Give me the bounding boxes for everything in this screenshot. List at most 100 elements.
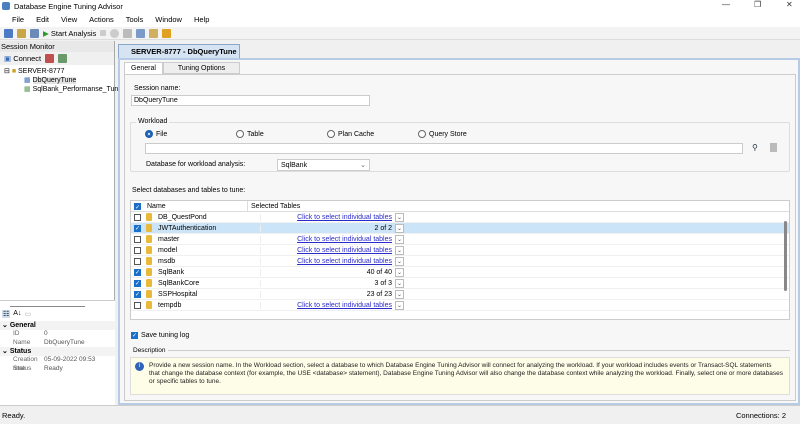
- menu-window[interactable]: Window: [149, 15, 188, 24]
- minimize-button[interactable]: —: [722, 0, 730, 9]
- menu-tools[interactable]: Tools: [120, 15, 150, 24]
- menu-help[interactable]: Help: [188, 15, 215, 24]
- database-name: SSPHospital: [158, 290, 198, 298]
- sort-alpha-icon[interactable]: A↓: [13, 310, 21, 318]
- tree-session-item[interactable]: ▦ SqlBank_Performanse_Tuni: [0, 85, 120, 94]
- session-monitor-title: Session Monitor: [0, 41, 114, 52]
- stop-icon[interactable]: [100, 30, 107, 36]
- chevron-down-icon[interactable]: ⌄: [395, 267, 404, 277]
- database-row[interactable]: DB_QuestPond Click to select individual t…: [131, 212, 789, 223]
- session-icon: ▦: [24, 77, 31, 84]
- property-pages-icon[interactable]: ▭: [24, 310, 31, 318]
- selected-tables[interactable]: Click to select individual tables: [260, 301, 395, 309]
- database-checkbox[interactable]: [134, 246, 141, 254]
- radio-file[interactable]: File: [145, 130, 167, 138]
- selected-tables: 2 of 2: [260, 224, 395, 232]
- refresh-icon[interactable]: [58, 54, 68, 63]
- database-row[interactable]: master Click to select individual tables ⌄: [131, 234, 789, 245]
- select-all-checkbox[interactable]: [134, 203, 141, 214]
- database-row[interactable]: tempdb Click to select individual tables ⌄: [131, 300, 789, 311]
- import-icon[interactable]: [136, 28, 146, 38]
- chevron-down-icon: ⌄: [360, 162, 366, 169]
- prop-name: DbQueryTune: [44, 338, 85, 346]
- status-bar: Ready. Connections: 2: [0, 405, 800, 424]
- cancel-icon[interactable]: [110, 28, 120, 38]
- radio-table[interactable]: Table: [236, 130, 264, 138]
- start-analysis-button[interactable]: ▶ Start Analysis: [43, 29, 96, 38]
- db-workload-select[interactable]: SqlBank ⌄: [277, 159, 370, 171]
- selected-tables: 23 of 23: [260, 290, 395, 298]
- database-checkbox[interactable]: [134, 279, 141, 287]
- menu-bar: File Edit View Actions Tools Window Help: [0, 12, 800, 27]
- preview-icon[interactable]: [770, 143, 777, 152]
- database-checkbox[interactable]: [134, 268, 141, 276]
- database-checkbox[interactable]: [134, 301, 141, 309]
- prop-creation-label: Creation time: [13, 356, 38, 372]
- save-icon[interactable]: [30, 28, 39, 38]
- database-checkbox[interactable]: [134, 224, 141, 232]
- selected-tables[interactable]: Click to select individual tables: [260, 246, 395, 254]
- chevron-down-icon[interactable]: ⌄: [395, 245, 404, 255]
- tree-server-node[interactable]: ⊟ ■ SERVER-8777: [0, 67, 114, 76]
- selected-tables[interactable]: Click to select individual tables: [260, 257, 395, 265]
- workload-file-input[interactable]: [145, 143, 743, 154]
- tab-tuning-options[interactable]: Tuning Options: [162, 62, 241, 74]
- chevron-down-icon[interactable]: ⌄: [395, 289, 404, 299]
- tree-session-item[interactable]: ▦ DbQueryTune: [0, 76, 114, 85]
- chevron-down-icon[interactable]: ⌄: [395, 234, 404, 244]
- save-tuning-log[interactable]: Save tuning log: [131, 332, 189, 339]
- database-name: JWTAuthentication: [158, 224, 217, 232]
- menu-view[interactable]: View: [55, 15, 83, 24]
- database-row[interactable]: SqlBank 40 of 40⌄: [131, 267, 789, 278]
- database-checkbox[interactable]: [134, 235, 141, 243]
- database-row[interactable]: SSPHospital 23 of 23⌄: [131, 289, 789, 300]
- categorized-icon[interactable]: ☷: [2, 310, 11, 318]
- prop-id-label: ID: [13, 330, 20, 337]
- chevron-down-icon[interactable]: ⌄: [395, 300, 404, 310]
- radio-plan-cache[interactable]: Plan Cache: [327, 130, 374, 138]
- database-row[interactable]: msdb Click to select individual tables ⌄: [131, 256, 789, 267]
- database-checkbox[interactable]: [134, 290, 141, 298]
- chevron-down-icon[interactable]: ⌄: [395, 212, 404, 222]
- properties-panel: ☷ A↓ ▭ ⌄ General ID 0 Name DbQueryTune ⌄ S…: [0, 300, 115, 405]
- server-icon: ■: [11, 68, 17, 75]
- database-row[interactable]: SqlBankCore 3 of 3⌄: [131, 278, 789, 289]
- prop-status: Ready: [44, 364, 63, 372]
- session-name-input[interactable]: [131, 95, 370, 106]
- chevron-down-icon[interactable]: ⌄: [395, 278, 404, 288]
- select-databases-label: Select databases and tables to tune:: [132, 187, 246, 194]
- menu-file[interactable]: File: [6, 15, 30, 24]
- database-row[interactable]: model Click to select individual tables ⌄: [131, 245, 789, 256]
- database-checkbox[interactable]: [134, 213, 141, 221]
- tab-general[interactable]: General: [124, 62, 163, 74]
- selected-tables[interactable]: Click to select individual tables: [260, 235, 395, 243]
- new-session-icon[interactable]: [4, 28, 13, 38]
- app-icon: [2, 2, 10, 10]
- open-icon[interactable]: [17, 28, 26, 38]
- export-icon[interactable]: [149, 28, 159, 38]
- browse-icon[interactable]: ⚲: [752, 143, 758, 152]
- grid-scrollbar[interactable]: [784, 221, 787, 291]
- menu-actions[interactable]: Actions: [83, 15, 120, 24]
- database-row[interactable]: JWTAuthentication 2 of 2⌄: [131, 223, 789, 234]
- close-button[interactable]: ✕: [786, 0, 793, 9]
- chevron-down-icon[interactable]: ⌄: [395, 223, 404, 233]
- options-icon[interactable]: [162, 28, 172, 38]
- report-icon[interactable]: [123, 28, 133, 38]
- workload-label: Workload: [136, 118, 170, 125]
- save-log-checkbox[interactable]: [131, 332, 138, 339]
- maximize-button[interactable]: ❐: [754, 0, 761, 9]
- document-tab[interactable]: SERVER-8777 - DbQueryTune: [118, 44, 240, 58]
- disconnect-icon[interactable]: [45, 54, 55, 63]
- column-name: Name: [147, 203, 166, 210]
- connect-button[interactable]: ▣ Connect: [4, 54, 41, 63]
- play-icon: ▶: [43, 28, 51, 38]
- database-checkbox[interactable]: [134, 257, 141, 265]
- selected-tables[interactable]: Click to select individual tables: [260, 213, 395, 221]
- menu-edit[interactable]: Edit: [30, 15, 55, 24]
- databases-grid: Name Selected Tables DB_QuestPond Click t…: [130, 200, 790, 320]
- chevron-down-icon[interactable]: ⌄: [395, 256, 404, 266]
- radio-query-store[interactable]: Query Store: [418, 130, 467, 138]
- database-name: SqlBank: [158, 268, 185, 276]
- selected-tables: 40 of 40: [260, 268, 395, 276]
